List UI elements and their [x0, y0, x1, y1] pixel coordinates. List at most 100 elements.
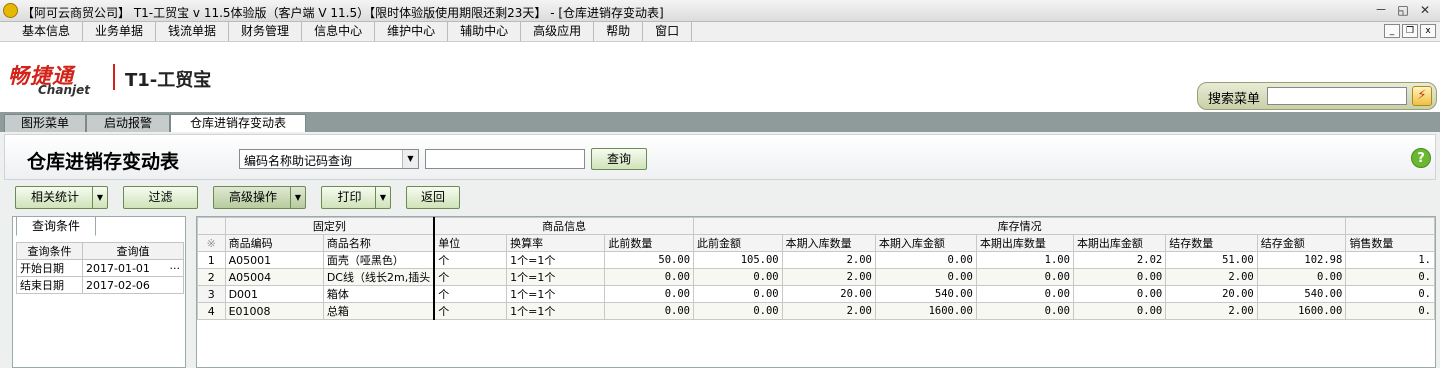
cell-out-qty[interactable]: 0.00	[975, 268, 1074, 286]
cell-rate[interactable]: 1个=1个	[506, 302, 606, 320]
table-row[interactable]: 2 A05004 DC线（线长2m,插头 个 1个=1个 0.00 0.00 2…	[197, 268, 1435, 286]
cell-in-qty[interactable]: 2.00	[781, 302, 876, 320]
menu-item-window[interactable]: 窗口	[643, 22, 693, 41]
cell-balance-qty[interactable]: 2.00	[1165, 268, 1258, 286]
cell-sales-qty[interactable]: 1.	[1345, 251, 1435, 269]
col-balance-amount[interactable]: 结存金额	[1256, 234, 1347, 252]
cell-prev-amount[interactable]: 105.00	[693, 251, 783, 269]
cell-balance-amount[interactable]: 1600.00	[1256, 302, 1347, 320]
col-prev-amount[interactable]: 此前金额	[693, 234, 783, 252]
cell-rate[interactable]: 1个=1个	[506, 268, 606, 286]
col-sales-qty[interactable]: 销售数量	[1345, 234, 1435, 252]
cell-name[interactable]: DC线（线长2m,插头	[322, 268, 436, 286]
tab-query-conditions[interactable]: 查询条件	[16, 216, 96, 236]
cell-in-qty[interactable]: 2.00	[781, 251, 876, 269]
tab-inventory-report[interactable]: 仓库进销存变动表	[170, 114, 306, 133]
chevron-down-icon[interactable]: ▼	[290, 187, 305, 208]
cell-sales-qty[interactable]: 0.	[1345, 302, 1435, 320]
print-button[interactable]: 打印 ▼	[321, 186, 391, 209]
minimize-button[interactable]: －	[1370, 2, 1392, 19]
col-balance-qty[interactable]: 结存数量	[1165, 234, 1258, 252]
cell-name[interactable]: 面壳（哑黑色）	[322, 251, 436, 269]
cell-out-amount[interactable]: 0.00	[1072, 302, 1167, 320]
cell-prev-qty[interactable]: 0.00	[604, 302, 695, 320]
table-row[interactable]: 4 E01008 总箱 个 1个=1个 0.00 0.00 2.00 1600.…	[197, 302, 1435, 320]
col-goods-code[interactable]: 商品编码	[224, 234, 324, 252]
tab-startup-alert[interactable]: 启动报警	[86, 114, 170, 132]
cell-out-amount[interactable]: 2.02	[1072, 251, 1167, 269]
cell-in-amount[interactable]: 0.00	[874, 268, 977, 286]
restore-button[interactable]: ◱	[1392, 2, 1414, 19]
cell-code[interactable]: E01008	[224, 302, 324, 320]
menu-item-basic-info[interactable]: 基本信息	[0, 22, 84, 41]
menu-item-business-docs[interactable]: 业务单据	[83, 22, 157, 41]
cell-unit[interactable]: 个	[433, 268, 508, 286]
cell-balance-qty[interactable]: 2.00	[1165, 302, 1258, 320]
tab-graphic-menu[interactable]: 图形菜单	[4, 114, 86, 132]
ellipsis-button[interactable]: ···	[170, 262, 181, 275]
lightning-icon[interactable]: ⚡	[1412, 86, 1432, 106]
cell-prev-qty[interactable]: 50.00	[604, 251, 695, 269]
cell-prev-qty[interactable]: 0.00	[604, 268, 695, 286]
col-conversion-rate[interactable]: 换算率	[506, 234, 606, 252]
search-menu-input[interactable]	[1267, 87, 1407, 105]
menu-item-finance[interactable]: 财务管理	[229, 22, 303, 41]
chevron-down-icon[interactable]: ▼	[402, 150, 418, 168]
menu-item-auxiliary[interactable]: 辅助中心	[448, 22, 522, 41]
end-date-field[interactable]: 2017-02-06	[82, 276, 184, 294]
cell-unit[interactable]: 个	[433, 251, 508, 269]
close-button[interactable]: ✕	[1414, 2, 1436, 19]
cell-code[interactable]: D001	[224, 285, 324, 303]
cell-prev-qty[interactable]: 0.00	[604, 285, 695, 303]
cell-prev-amount[interactable]: 0.00	[693, 302, 783, 320]
cell-balance-amount[interactable]: 102.98	[1256, 251, 1347, 269]
chevron-down-icon[interactable]: ▼	[375, 187, 390, 208]
cell-out-amount[interactable]: 0.00	[1072, 268, 1167, 286]
col-out-qty[interactable]: 本期出库数量	[975, 234, 1074, 252]
cell-out-qty[interactable]: 0.00	[975, 285, 1074, 303]
inventory-grid[interactable]: 固定列 商品信息 库存情况 ※ 商品编码 商品名称 单位 换算率 此前数量 此前…	[196, 216, 1436, 368]
cell-sales-qty[interactable]: 0.	[1345, 285, 1435, 303]
filter-button[interactable]: 过滤	[123, 186, 198, 209]
cell-name[interactable]: 箱体	[322, 285, 436, 303]
cell-balance-qty[interactable]: 20.00	[1165, 285, 1258, 303]
back-button[interactable]: 返回	[406, 186, 460, 209]
start-date-field[interactable]: 2017-01-01 ···	[82, 259, 184, 277]
col-prev-qty[interactable]: 此前数量	[604, 234, 695, 252]
cell-in-amount[interactable]: 540.00	[874, 285, 977, 303]
cell-code[interactable]: A05001	[224, 251, 324, 269]
cell-sales-qty[interactable]: 0.	[1345, 268, 1435, 286]
search-mode-select[interactable]: 编码名称助记码查询 ▼	[239, 149, 419, 169]
advanced-button[interactable]: 高级操作 ▼	[213, 186, 306, 209]
cell-rate[interactable]: 1个=1个	[506, 285, 606, 303]
cell-unit[interactable]: 个	[433, 285, 508, 303]
menu-item-advanced[interactable]: 高级应用	[521, 22, 595, 41]
menu-item-cash-docs[interactable]: 钱流单据	[156, 22, 230, 41]
cell-prev-amount[interactable]: 0.00	[693, 268, 783, 286]
cell-balance-amount[interactable]: 540.00	[1256, 285, 1347, 303]
col-unit[interactable]: 单位	[433, 234, 508, 252]
cell-in-amount[interactable]: 0.00	[874, 251, 977, 269]
cell-in-qty[interactable]: 20.00	[781, 285, 876, 303]
col-out-amount[interactable]: 本期出库金额	[1072, 234, 1167, 252]
cell-name[interactable]: 总箱	[322, 302, 436, 320]
col-goods-name[interactable]: 商品名称	[322, 234, 436, 252]
mdi-restore-button[interactable]: ❐	[1402, 24, 1418, 38]
cell-unit[interactable]: 个	[433, 302, 508, 320]
cell-balance-amount[interactable]: 0.00	[1256, 268, 1347, 286]
chevron-down-icon[interactable]: ▼	[92, 187, 107, 208]
cell-rate[interactable]: 1个=1个	[506, 251, 606, 269]
help-icon[interactable]: ?	[1411, 148, 1431, 168]
cell-prev-amount[interactable]: 0.00	[693, 285, 783, 303]
menu-item-help[interactable]: 帮助	[594, 22, 644, 41]
table-row[interactable]: 3 D001 箱体 个 1个=1个 0.00 0.00 20.00 540.00…	[197, 285, 1435, 303]
query-button[interactable]: 查询	[591, 148, 647, 170]
table-row[interactable]: 1 A05001 面壳（哑黑色） 个 1个=1个 50.00 105.00 2.…	[197, 251, 1435, 269]
menu-item-maintenance[interactable]: 维护中心	[375, 22, 449, 41]
col-in-amount[interactable]: 本期入库金额	[874, 234, 977, 252]
query-input[interactable]	[425, 149, 585, 169]
cell-out-qty[interactable]: 0.00	[975, 302, 1074, 320]
cell-in-amount[interactable]: 1600.00	[874, 302, 977, 320]
cell-code[interactable]: A05004	[224, 268, 324, 286]
stats-button[interactable]: 相关统计 ▼	[15, 186, 108, 209]
